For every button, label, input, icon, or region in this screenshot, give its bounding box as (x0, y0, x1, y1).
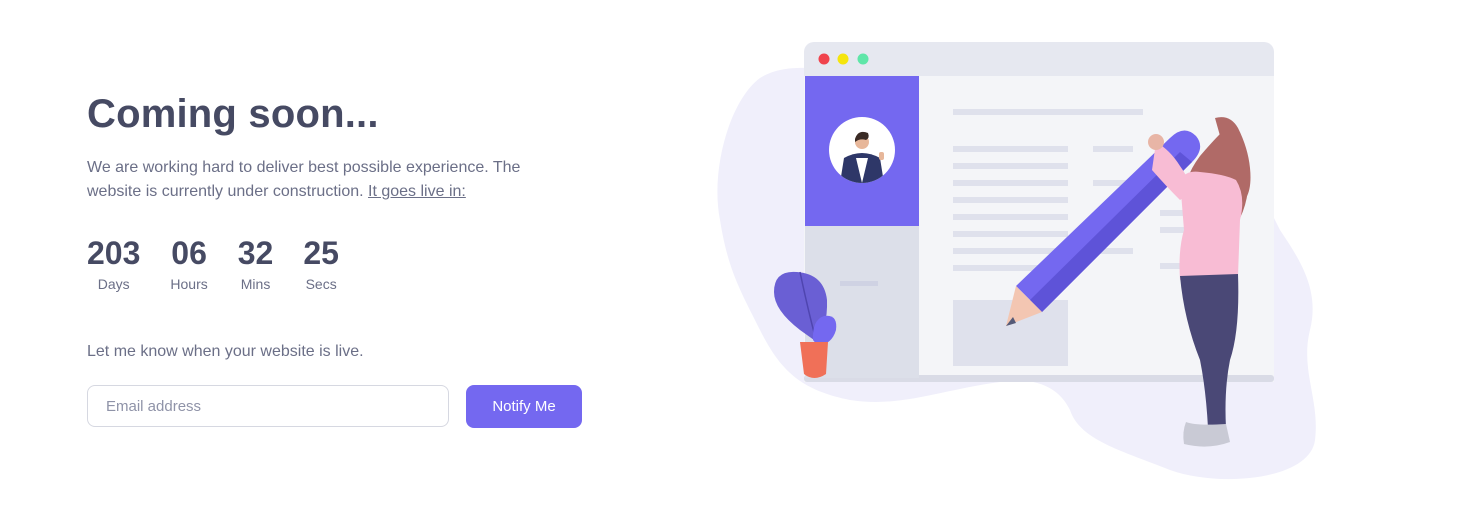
countdown-label: Hours (170, 276, 208, 292)
countdown-hours: 06 Hours (170, 234, 207, 292)
page-description: We are working hard to deliver best poss… (87, 156, 567, 204)
countdown-label: Secs (305, 276, 337, 292)
avatar-icon (829, 117, 895, 183)
window-dots-icon (818, 53, 869, 65)
countdown-secs: 25 Secs (303, 234, 339, 292)
countdown-label: Mins (240, 276, 271, 292)
countdown-label: Days (97, 276, 130, 292)
countdown-mins: 32 Mins (238, 234, 274, 292)
subscribe-prompt: Let me know when your website is live. (87, 343, 364, 360)
countdown-value: 25 (303, 235, 339, 271)
construction-illustration (717, 42, 1316, 480)
countdown-timer: 203 Days 06 Hours 32 Mins 25 Secs (87, 234, 369, 292)
notify-me-button[interactable]: Notify Me (466, 385, 582, 428)
countdown-value: 06 (171, 235, 207, 271)
coming-soon-page: Coming soon... We are working hard to de… (0, 0, 1463, 527)
goes-live-link[interactable]: It goes live in: (368, 183, 466, 200)
email-input[interactable] (87, 385, 449, 427)
countdown-value: 203 (87, 235, 141, 271)
countdown-days: 203 Days (87, 234, 140, 292)
page-title: Coming soon... (87, 92, 379, 136)
countdown-value: 32 (237, 235, 274, 271)
